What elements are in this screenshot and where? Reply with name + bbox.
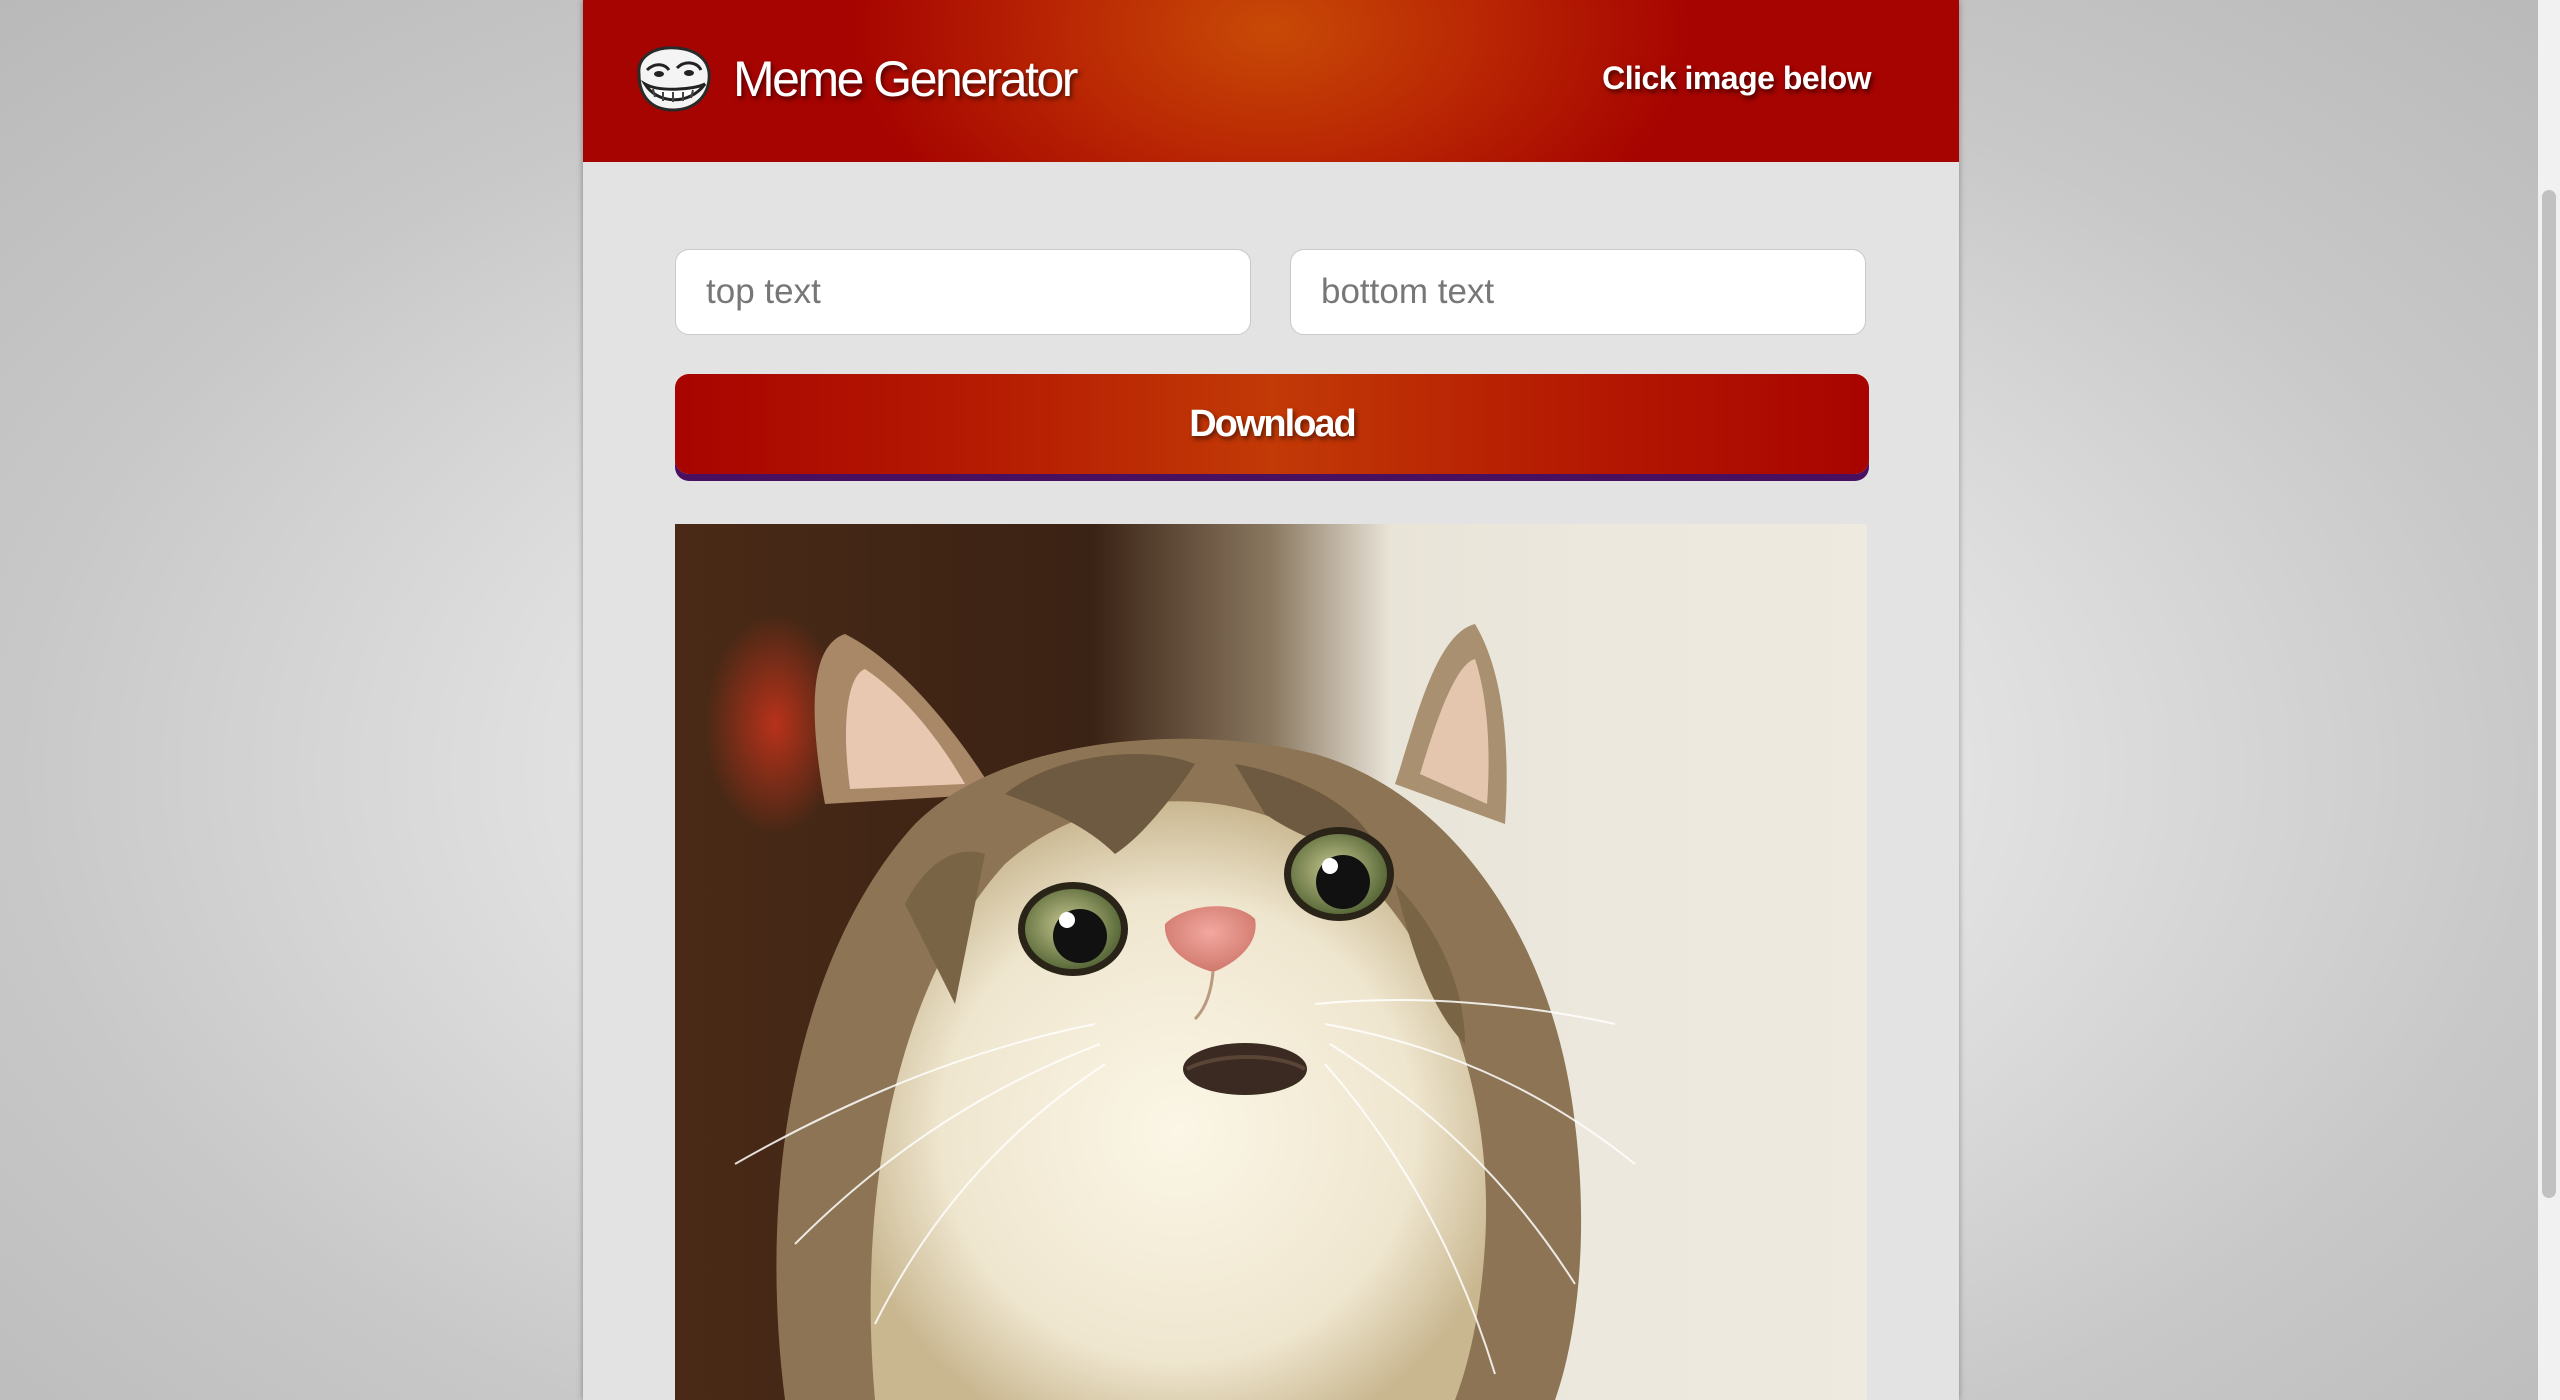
troll-face-icon <box>633 44 713 112</box>
bottom-text-input[interactable] <box>1290 249 1866 335</box>
surprised-cat-image <box>675 524 1867 1400</box>
top-text-input[interactable] <box>675 249 1251 335</box>
app-header: Meme Generator Click image below <box>583 0 1959 162</box>
meme-image[interactable] <box>675 524 1867 1400</box>
download-button[interactable]: Download <box>675 374 1869 474</box>
app-title[interactable]: Meme Generator <box>733 50 1078 108</box>
instruction-text: Click image below <box>1602 60 1871 96</box>
app-container: Meme Generator Click image below Downloa… <box>583 0 1959 1400</box>
scrollbar-thumb[interactable] <box>2542 190 2556 1198</box>
page-scrollbar[interactable] <box>2538 0 2560 1400</box>
